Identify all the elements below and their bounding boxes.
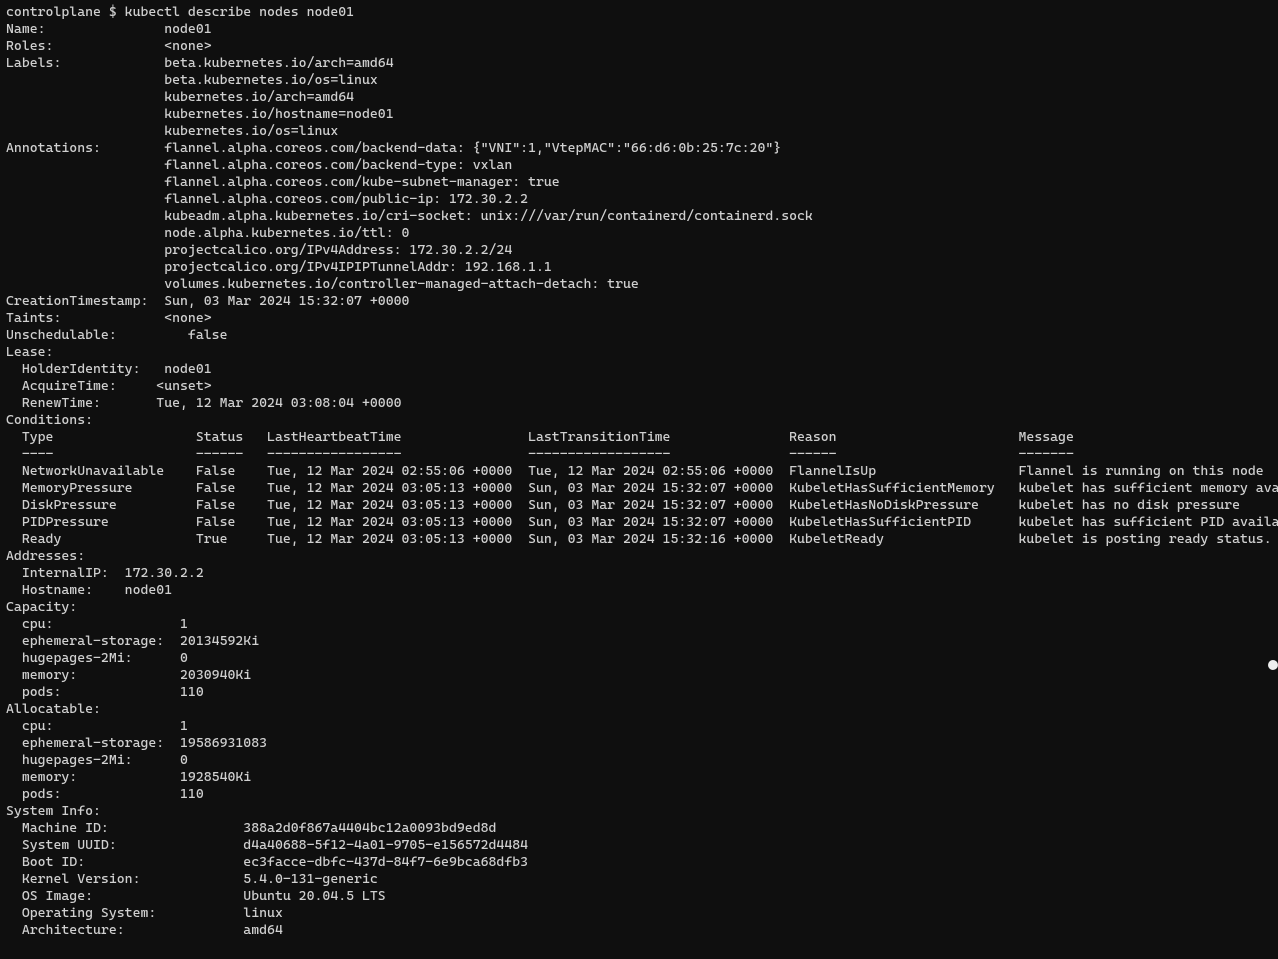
scrollbar-thumb[interactable] [1268, 660, 1278, 670]
terminal-output[interactable]: controlplane $ kubectl describe nodes no… [0, 0, 1278, 959]
